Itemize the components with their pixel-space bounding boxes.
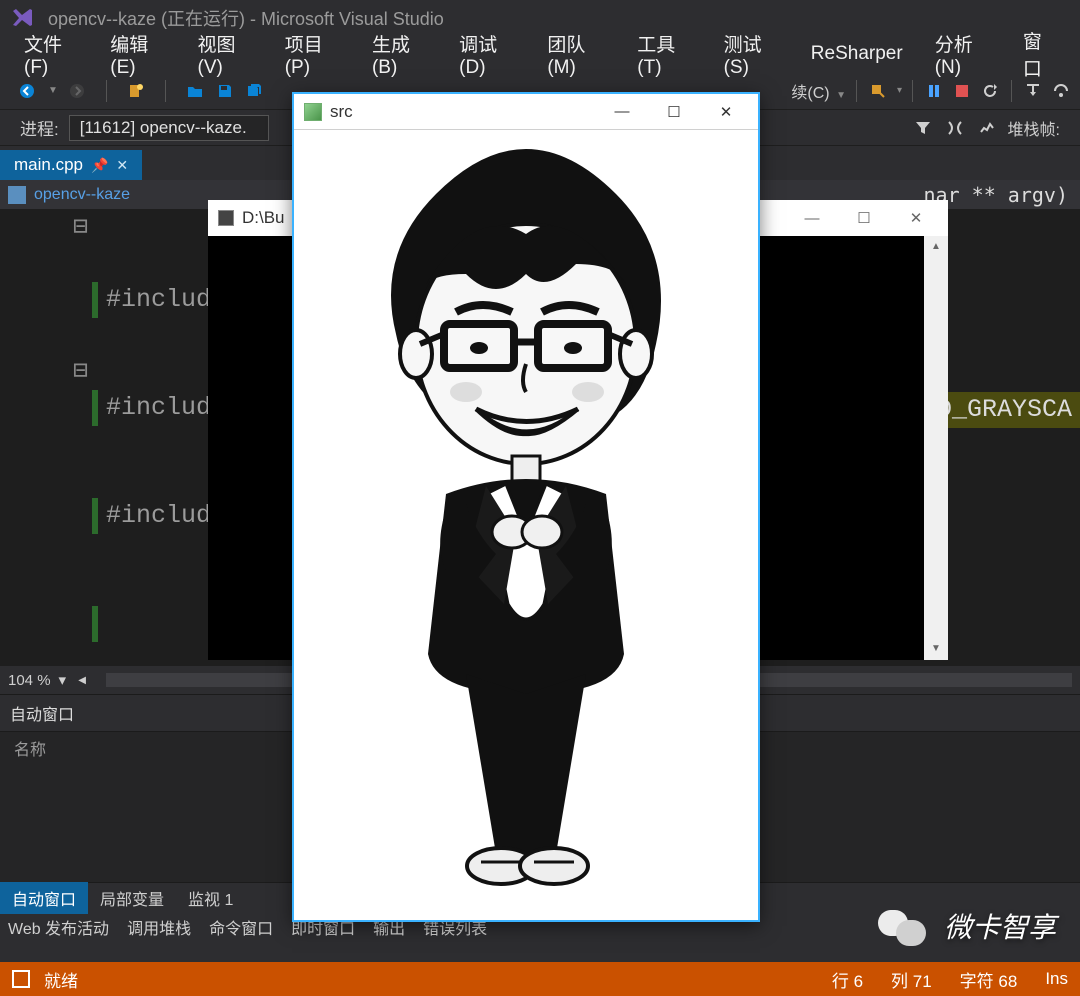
tab-watch1[interactable]: 监视 1 xyxy=(176,882,245,914)
toolbar-separator xyxy=(106,80,107,102)
wechat-icon xyxy=(878,904,932,948)
menu-project[interactable]: 项目(P) xyxy=(271,26,354,83)
nav-back-icon[interactable] xyxy=(16,80,38,102)
process-combo[interactable]: [11612] opencv--kaze. xyxy=(69,115,269,141)
close-icon[interactable]: ✕ xyxy=(704,98,748,126)
scroll-down-icon[interactable]: ▼ xyxy=(924,638,948,660)
status-icon xyxy=(12,970,30,988)
menu-tools[interactable]: 工具(T) xyxy=(623,26,705,83)
close-icon[interactable]: ✕ xyxy=(116,157,128,174)
src-image-content xyxy=(294,130,758,920)
toolbar-separator xyxy=(856,80,857,102)
tab-web-publish[interactable]: Web 发布活动 xyxy=(8,915,109,939)
menubar: 文件(F) 编辑(E) 视图(V) 项目(P) 生成(B) 调试(D) 团队(M… xyxy=(0,36,1080,72)
menu-file[interactable]: 文件(F) xyxy=(10,26,92,83)
tab-locals[interactable]: 局部变量 xyxy=(88,882,176,914)
project-icon xyxy=(8,186,26,204)
stackframe-label: 堆栈帧: xyxy=(1008,116,1060,140)
dropdown-icon[interactable]: ▼ xyxy=(48,85,58,96)
tab-callstack[interactable]: 调用堆栈 xyxy=(127,915,191,939)
src-titlebar[interactable]: src — ☐ ✕ xyxy=(294,94,758,130)
maximize-icon[interactable]: ☐ xyxy=(842,204,886,232)
console-icon xyxy=(218,210,234,226)
toolbar-separator xyxy=(165,80,166,102)
editor-gutter: ⊟ ⊟ xyxy=(0,210,92,666)
src-image-window[interactable]: src — ☐ ✕ xyxy=(292,92,760,922)
scroll-up-icon[interactable]: ▲ xyxy=(924,236,948,258)
status-ins: Ins xyxy=(1045,969,1068,989)
close-icon[interactable]: ✕ xyxy=(894,204,938,232)
console-scrollbar[interactable]: ▲ ▼ xyxy=(924,236,948,660)
maximize-icon[interactable]: ☐ xyxy=(652,98,696,126)
stop-icon[interactable] xyxy=(951,80,973,102)
minimize-icon[interactable]: — xyxy=(790,204,834,232)
file-tab-main[interactable]: main.cpp 📌 ✕ xyxy=(0,150,142,180)
status-col: 列 71 xyxy=(891,967,932,992)
new-icon[interactable] xyxy=(125,80,147,102)
pause-icon[interactable] xyxy=(923,80,945,102)
project-name[interactable]: opencv--kaze xyxy=(34,186,130,204)
menu-build[interactable]: 生成(B) xyxy=(358,26,441,83)
chart-icon[interactable] xyxy=(976,117,998,139)
toolbar-separator xyxy=(1011,80,1012,102)
cartoon-avatar xyxy=(316,134,736,914)
find-icon[interactable] xyxy=(867,80,889,102)
status-bar: 就绪 行 6 列 71 字符 68 Ins xyxy=(0,962,1080,996)
menu-edit[interactable]: 编辑(E) xyxy=(96,26,179,83)
status-ready: 就绪 xyxy=(44,967,78,992)
src-title-text: src xyxy=(330,102,353,122)
restart-icon[interactable] xyxy=(979,80,1001,102)
status-char: 字符 68 xyxy=(960,967,1018,992)
nav-forward-icon xyxy=(66,80,88,102)
save-all-icon[interactable] xyxy=(244,80,266,102)
image-window-icon xyxy=(304,103,322,121)
open-icon[interactable] xyxy=(184,80,206,102)
tab-auto-window[interactable]: 自动窗口 xyxy=(0,882,88,914)
dropdown-icon[interactable]: ▾ xyxy=(59,671,67,689)
filter-icon[interactable] xyxy=(912,117,934,139)
menu-team[interactable]: 团队(M) xyxy=(533,26,619,83)
dropdown-icon[interactable]: ▾ xyxy=(897,85,902,96)
menu-analyze[interactable]: 分析(N) xyxy=(921,26,1005,83)
continue-button[interactable]: 续(C) ▼ xyxy=(791,79,846,103)
tab-command[interactable]: 命令窗口 xyxy=(209,915,273,939)
process-label: 进程: xyxy=(20,115,59,140)
step-into-icon[interactable] xyxy=(1022,80,1044,102)
pin-icon[interactable]: 📌 xyxy=(91,157,108,174)
menu-view[interactable]: 视图(V) xyxy=(184,26,267,83)
save-icon[interactable] xyxy=(214,80,236,102)
menu-debug[interactable]: 调试(D) xyxy=(445,26,529,83)
wechat-watermark: 微卡智享 xyxy=(878,904,1056,948)
console-title-text: D:\Bu xyxy=(242,208,285,228)
minimize-icon[interactable]: — xyxy=(600,98,644,126)
zoom-level[interactable]: 104 % xyxy=(8,672,51,689)
file-tab-label: main.cpp xyxy=(14,155,83,175)
step-over-icon[interactable] xyxy=(1050,80,1072,102)
threads-icon[interactable] xyxy=(944,117,966,139)
watermark-text: 微卡智享 xyxy=(944,906,1056,946)
menu-window[interactable]: 窗口 xyxy=(1009,23,1070,85)
status-line: 行 6 xyxy=(832,967,863,992)
scroll-left-icon[interactable]: ◀ xyxy=(74,673,90,687)
menu-resharper[interactable]: ReSharper xyxy=(797,39,917,69)
toolbar-separator xyxy=(912,80,913,102)
menu-test[interactable]: 测试(S) xyxy=(710,26,793,83)
